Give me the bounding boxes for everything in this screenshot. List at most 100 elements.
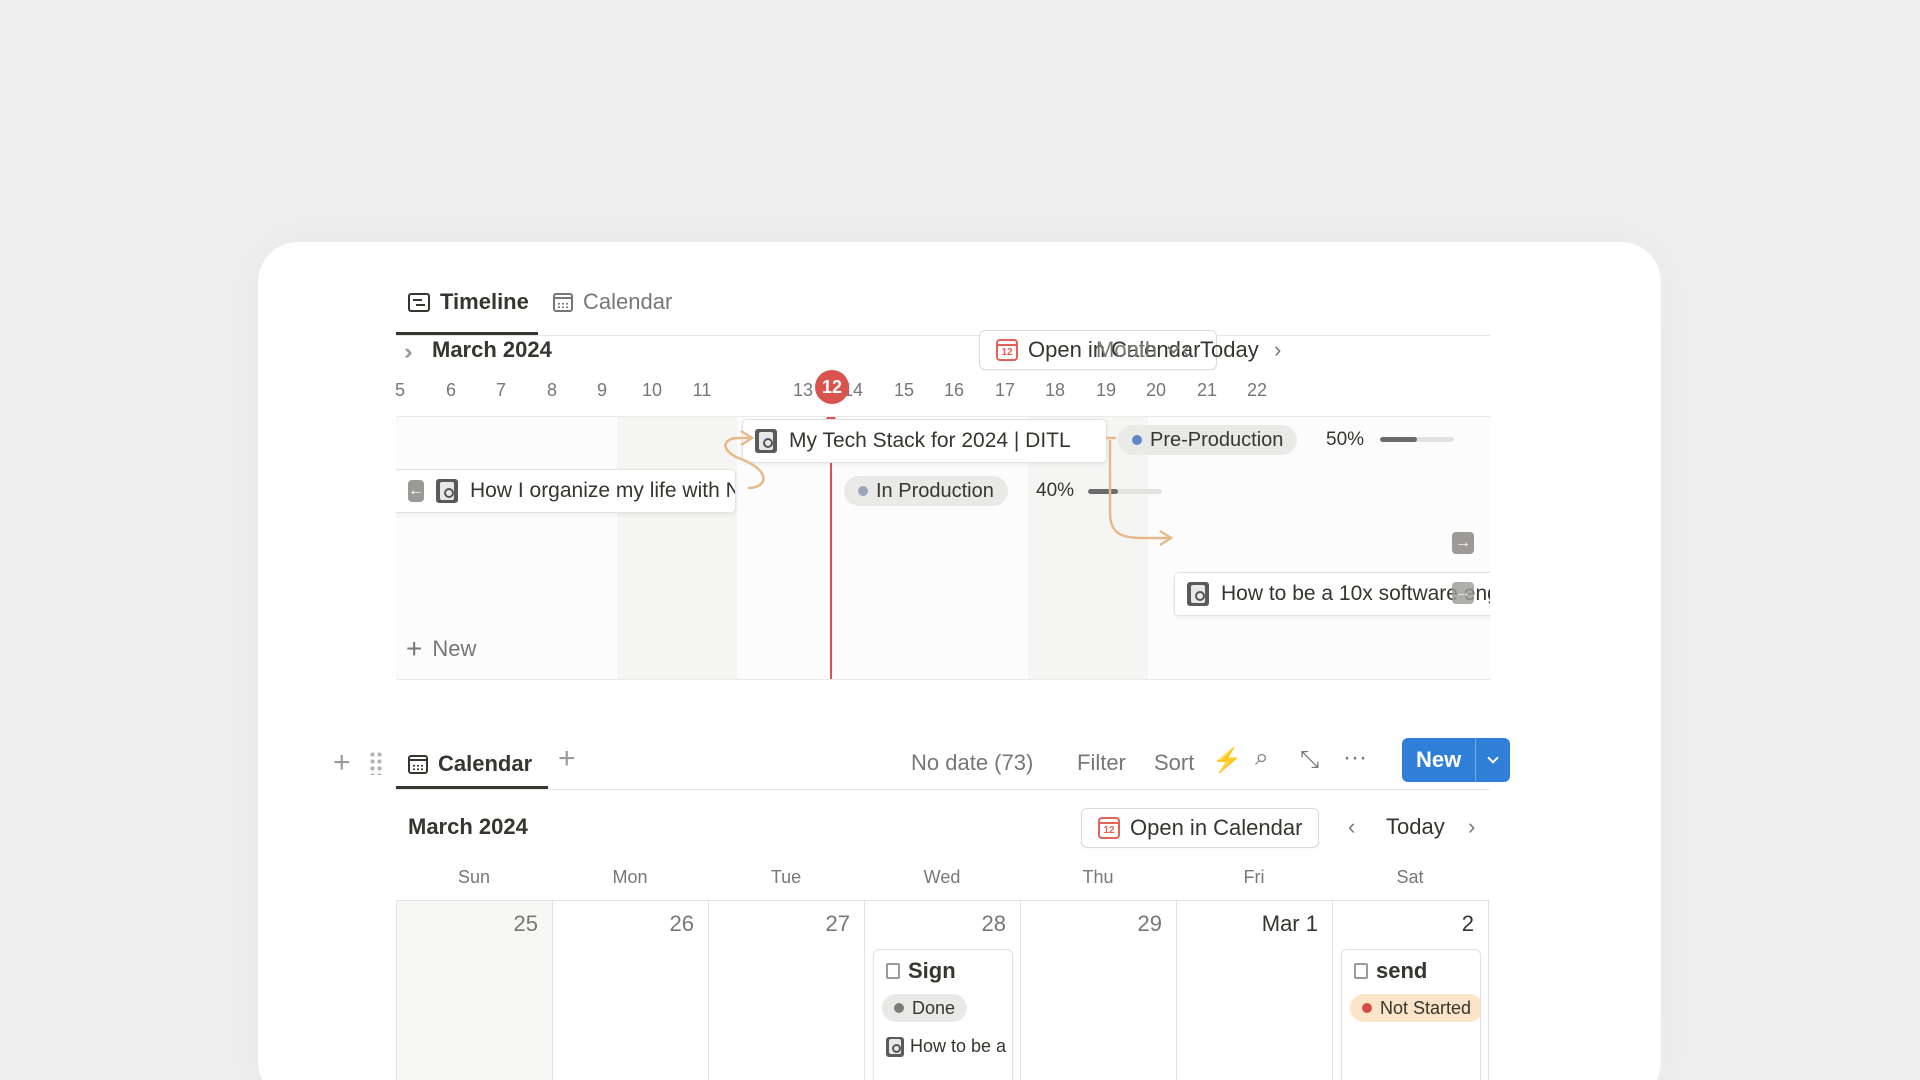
add-new-row[interactable]: + New	[406, 635, 476, 663]
more-options-icon[interactable]: ···	[1343, 744, 1367, 772]
day-ruler: 5 6 7 8 9 10 11 13 14 15 16 17 18 19 20 …	[395, 370, 1490, 412]
view-tabs: Timeline Calendar	[396, 262, 1490, 336]
scale-select[interactable]: Month	[1096, 337, 1181, 363]
sort-button[interactable]: Sort	[1154, 750, 1194, 776]
weekday-label: Tue	[770, 867, 802, 887]
drag-handle-icon[interactable]	[369, 751, 383, 775]
weekend-shade	[617, 417, 737, 679]
day-label: 11	[692, 380, 712, 400]
event-title-row: Sign	[886, 958, 956, 984]
day-label: 7	[495, 380, 506, 400]
calendar-day-cell[interactable]: Mar 1	[1177, 901, 1333, 1080]
expand-sidebar-icon[interactable]: ››	[404, 339, 412, 365]
scroll-left-icon[interactable]: ←	[408, 480, 424, 502]
day-label: 15	[893, 380, 915, 400]
expand-icon[interactable]: ⤡	[1300, 746, 1319, 774]
weekday-label: Sun	[457, 867, 491, 887]
day-label: 9	[596, 380, 607, 400]
calendar-day-cell[interactable]: 26	[553, 901, 709, 1080]
status-pill: In Production	[844, 476, 1008, 506]
today-button[interactable]: Today	[1386, 814, 1445, 840]
calendar-tab-label: Calendar	[438, 751, 533, 776]
calendar-event-card[interactable]: Sign Done How to be a 10x software engin…	[873, 949, 1013, 1080]
day-number: 27	[825, 911, 850, 936]
related-page-title: How to be a 10x software engineer	[910, 1036, 1012, 1056]
book-icon	[886, 1036, 904, 1057]
chevron-down-icon	[1487, 752, 1499, 764]
related-page[interactable]: How to be a 10x software engineer	[886, 1036, 1012, 1057]
status-dot	[894, 1003, 904, 1013]
add-block-icon[interactable]: +	[333, 746, 351, 780]
chevron-left-icon[interactable]: ‹	[1182, 337, 1189, 363]
timeline-item-title: How to be a 10x software engineer	[1221, 582, 1490, 605]
book-icon	[436, 479, 458, 503]
app-card: Timeline Calendar ›› March 2024 12 Open …	[258, 242, 1661, 1080]
scroll-right-icon[interactable]: →	[1452, 582, 1474, 604]
status-dot	[1362, 1003, 1372, 1013]
status-label: In Production	[876, 479, 994, 502]
calendar-badge-number: 12	[1001, 347, 1013, 358]
weekday-label: Sat	[1396, 867, 1424, 887]
new-dropdown[interactable]	[1476, 752, 1510, 766]
calendar-app-icon: 12	[996, 339, 1018, 361]
day-label: 18	[1044, 380, 1066, 400]
timeline-item-title: My Tech Stack for 2024 | DITL	[789, 429, 1071, 452]
calendar-day-cell[interactable]: 25	[397, 901, 553, 1080]
timeline-item[interactable]: How to be a 10x software engineer	[1174, 572, 1490, 616]
chevron-right-icon[interactable]: ›	[1274, 337, 1281, 363]
day-label: 17	[994, 380, 1016, 400]
tab-calendar-view[interactable]: Calendar	[408, 748, 532, 780]
day-number: 25	[513, 911, 538, 936]
calendar-icon	[408, 754, 428, 774]
status-dot	[1132, 435, 1142, 445]
tab-calendar-label: Calendar	[583, 289, 673, 314]
automation-lightning-icon[interactable]: ⚡	[1212, 746, 1242, 775]
calendar-grid: 25 26 27 28 Sign Done How to be a 10x	[396, 900, 1490, 1080]
calendar-badge-number: 12	[1103, 825, 1115, 836]
day-number: 2	[1461, 911, 1474, 936]
page-icon	[886, 963, 900, 979]
event-title: send	[1376, 958, 1428, 983]
open-in-calendar-button[interactable]: 12 Open in Calendar	[1081, 808, 1320, 848]
tab-timeline[interactable]: Timeline	[408, 286, 529, 318]
event-title: Sign	[908, 958, 956, 983]
calendar-app-icon: 12	[1098, 817, 1120, 839]
chevron-right-icon[interactable]: ›	[1468, 814, 1475, 840]
calendar-day-cell[interactable]: 29	[1021, 901, 1177, 1080]
weekday-label: Thu	[1082, 867, 1114, 887]
event-title-row: send	[1354, 958, 1427, 984]
calendar-day-cell[interactable]: 28 Sign Done How to be a 10x software en…	[865, 901, 1021, 1080]
weekday-label: Mon	[612, 867, 648, 887]
chevron-left-icon[interactable]: ‹	[1348, 814, 1355, 840]
tab-calendar[interactable]: Calendar	[553, 286, 672, 318]
search-icon[interactable]: ⌕	[1255, 744, 1268, 772]
status-pill: Pre-Production	[1118, 425, 1298, 455]
no-date-button[interactable]: No date (73)	[911, 750, 1033, 776]
tab-timeline-label: Timeline	[440, 289, 529, 314]
timeline-icon	[408, 292, 430, 312]
chevron-down-icon	[1167, 341, 1181, 354]
add-view-icon[interactable]: +	[558, 742, 576, 776]
new-label: New	[432, 636, 477, 661]
calendar-event-card[interactable]: send Not Started	[1341, 949, 1481, 1080]
today-button[interactable]: Today	[1200, 337, 1259, 363]
day-number: 29	[1137, 911, 1162, 936]
timeline-header: ›› March 2024 12 Open in Calendar Month …	[396, 327, 1490, 373]
timeline-item-title: How I organize my life with Notion	[470, 479, 735, 502]
weekday-label: Fri	[1243, 867, 1265, 887]
book-icon	[1187, 582, 1209, 606]
calendar-month: March 2024	[408, 814, 528, 839]
day-label: 8	[546, 380, 557, 400]
filter-button[interactable]: Filter	[1077, 750, 1126, 776]
active-tab-indicator	[396, 786, 548, 789]
new-button[interactable]: New	[1402, 738, 1511, 782]
calendar-toolbar: Calendar + No date (73) Filter Sort ⚡ ⌕ …	[396, 738, 1511, 790]
calendar-day-cell[interactable]: 27	[709, 901, 865, 1080]
day-label: 10	[641, 380, 663, 400]
calendar-day-cell[interactable]: 2 send Not Started	[1333, 901, 1489, 1080]
timeline-item[interactable]: My Tech Stack for 2024 | DITL	[742, 419, 1107, 463]
timeline-item[interactable]: ← How I organize my life with Notion	[396, 469, 736, 513]
scroll-right-icon[interactable]: →	[1452, 532, 1474, 554]
status-pill: Done	[882, 994, 968, 1022]
day-label: 20	[1145, 380, 1167, 400]
